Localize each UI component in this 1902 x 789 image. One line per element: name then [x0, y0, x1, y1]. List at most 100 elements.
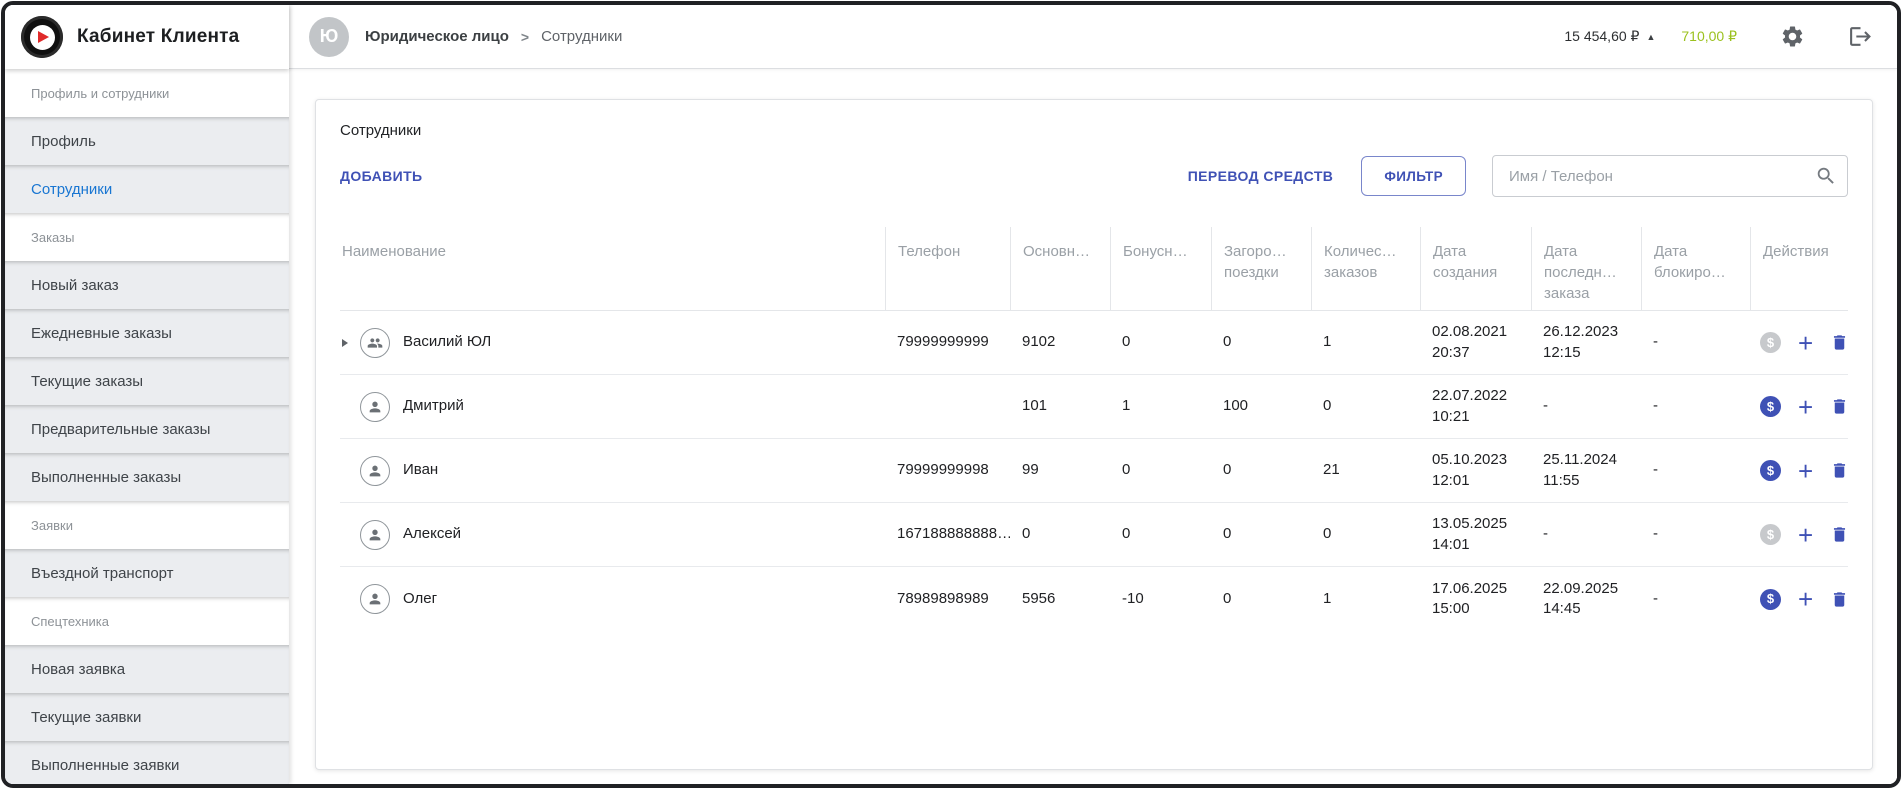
- group-icon: [360, 328, 390, 358]
- cell-name: Иван: [340, 448, 885, 494]
- cell-created-date: 13.05.2025 14:01: [1420, 506, 1531, 563]
- cell-suburban-trips: 0: [1211, 452, 1311, 488]
- cell-actions: $+: [1750, 452, 1848, 489]
- column-header: Наименование: [340, 227, 885, 310]
- caret-up-icon: ▲: [1646, 32, 1655, 42]
- sidebar-item[interactable]: Ежедневные заказы: [5, 309, 289, 357]
- employees-table: НаименованиеТелефонОсновн…Бонусн…Загоро……: [340, 227, 1848, 631]
- sidebar-section-label: Спецтехника: [5, 597, 289, 645]
- add-icon[interactable]: +: [1798, 333, 1813, 353]
- cell-orders-count: 1: [1311, 581, 1420, 617]
- cell-phone: 79999999999: [885, 324, 1010, 360]
- cell-actions: $+: [1750, 581, 1848, 618]
- add-icon[interactable]: +: [1798, 397, 1813, 417]
- cell-bonus-balance: 0: [1110, 324, 1211, 360]
- transfer-funds-button[interactable]: ПЕРЕВОД СРЕДСТВ: [1188, 168, 1334, 184]
- cell-suburban-trips: 100: [1211, 388, 1311, 424]
- sidebar-item[interactable]: Текущие заказы: [5, 357, 289, 405]
- filter-button[interactable]: ФИЛЬТР: [1361, 156, 1466, 196]
- cell-orders-count: 0: [1311, 516, 1420, 552]
- delete-icon[interactable]: [1830, 333, 1848, 352]
- play-icon: [38, 31, 49, 43]
- sidebar-item[interactable]: Текущие заявки: [5, 693, 289, 741]
- add-icon[interactable]: +: [1798, 589, 1813, 609]
- cell-blocked-date: -: [1641, 516, 1750, 552]
- cell-phone: [885, 399, 1010, 415]
- sidebar-item[interactable]: Новая заявка: [5, 645, 289, 693]
- money-transfer-icon[interactable]: $: [1760, 396, 1781, 417]
- logo-inner-circle: [30, 25, 55, 50]
- app-title: Кабинет Клиента: [77, 26, 239, 48]
- cell-suburban-trips: 0: [1211, 581, 1311, 617]
- cell-bonus-balance: -10: [1110, 581, 1211, 617]
- cell-name: Олег: [340, 576, 885, 622]
- sidebar-item[interactable]: Новый заказ: [5, 261, 289, 309]
- delete-icon[interactable]: [1830, 590, 1848, 609]
- delete-icon[interactable]: [1830, 397, 1848, 416]
- bonus-balance[interactable]: 710,00 ₽: [1681, 28, 1737, 45]
- cell-orders-count: 21: [1311, 452, 1420, 488]
- topbar-right: 15 454,60 ₽ ▲ 710,00 ₽: [1564, 24, 1873, 50]
- employee-name: Иван: [403, 460, 438, 480]
- cell-actions: $+: [1750, 516, 1848, 553]
- cell-bonus-balance: 0: [1110, 452, 1211, 488]
- money-transfer-icon: $: [1760, 332, 1781, 353]
- sidebar-item[interactable]: Профиль: [5, 117, 289, 165]
- topbar: Ю Юридическое лицо > Сотрудники 15 454,6…: [289, 5, 1897, 69]
- breadcrumb-root[interactable]: Юридическое лицо: [365, 28, 509, 45]
- sidebar: Кабинет Клиента Профиль и сотрудникиПроф…: [5, 5, 289, 784]
- cell-main-balance: 99: [1010, 452, 1110, 488]
- main-column: Ю Юридическое лицо > Сотрудники 15 454,6…: [289, 5, 1897, 784]
- cell-bonus-balance: 1: [1110, 388, 1211, 424]
- cell-main-balance: 0: [1010, 516, 1110, 552]
- main-balance-value: 15 454,60 ₽: [1564, 28, 1639, 45]
- cell-blocked-date: -: [1641, 324, 1750, 360]
- cell-blocked-date: -: [1641, 452, 1750, 488]
- table-row: Иван7999999999899002105.10.2023 12:0125.…: [340, 439, 1848, 503]
- add-icon[interactable]: +: [1798, 461, 1813, 481]
- table-row: Дмитрий1011100022.07.2022 10:21--$+: [340, 375, 1848, 439]
- column-header: Телефон: [885, 227, 1010, 310]
- delete-icon[interactable]: [1830, 525, 1848, 544]
- employee-name: Олег: [403, 589, 437, 609]
- money-transfer-icon[interactable]: $: [1760, 460, 1781, 481]
- money-transfer-icon[interactable]: $: [1760, 589, 1781, 610]
- cell-name: Дмитрий: [340, 384, 885, 430]
- search-icon[interactable]: [1815, 165, 1837, 187]
- sidebar-item[interactable]: Сотрудники: [5, 165, 289, 213]
- table-row: Алексей167188888888…000013.05.2025 14:01…: [340, 503, 1848, 567]
- settings-gear-icon[interactable]: [1779, 24, 1805, 50]
- add-button[interactable]: ДОБАВИТЬ: [340, 168, 423, 184]
- search-box[interactable]: [1492, 155, 1848, 197]
- employee-name: Василий ЮЛ: [403, 332, 491, 352]
- cell-created-date: 17.06.2025 15:00: [1420, 571, 1531, 628]
- avatar[interactable]: Ю: [309, 17, 349, 57]
- sidebar-item[interactable]: Выполненные заказы: [5, 453, 289, 501]
- cell-blocked-date: -: [1641, 581, 1750, 617]
- sidebar-section-label: Профиль и сотрудники: [5, 69, 289, 117]
- cell-orders-count: 0: [1311, 388, 1420, 424]
- sidebar-item[interactable]: Выполненные заявки: [5, 741, 289, 784]
- person-icon: [360, 392, 390, 422]
- search-input[interactable]: [1507, 167, 1815, 186]
- table-body: Василий ЮЛ79999999999910200102.08.2021 2…: [340, 311, 1848, 631]
- cell-name: Алексей: [340, 512, 885, 558]
- sidebar-section-label: Заявки: [5, 501, 289, 549]
- sidebar-item[interactable]: Въездной транспорт: [5, 549, 289, 597]
- cell-phone: 79999999998: [885, 452, 1010, 488]
- column-header: Дата создания: [1420, 227, 1531, 310]
- sidebar-item[interactable]: Предварительные заказы: [5, 405, 289, 453]
- add-icon[interactable]: +: [1798, 525, 1813, 545]
- cell-main-balance: 5956: [1010, 581, 1110, 617]
- cell-suburban-trips: 0: [1211, 324, 1311, 360]
- expand-row-icon[interactable]: [342, 339, 348, 347]
- column-header: Дата последн… заказа: [1531, 227, 1641, 310]
- table-row: Василий ЮЛ79999999999910200102.08.2021 2…: [340, 311, 1848, 375]
- delete-icon[interactable]: [1830, 461, 1848, 480]
- column-header: Бонусн…: [1110, 227, 1211, 310]
- cell-main-balance: 9102: [1010, 324, 1110, 360]
- cell-created-date: 22.07.2022 10:21: [1420, 378, 1531, 435]
- main-balance[interactable]: 15 454,60 ₽ ▲: [1564, 28, 1655, 45]
- app-window: Кабинет Клиента Профиль и сотрудникиПроф…: [1, 1, 1901, 788]
- logout-icon[interactable]: [1847, 24, 1873, 50]
